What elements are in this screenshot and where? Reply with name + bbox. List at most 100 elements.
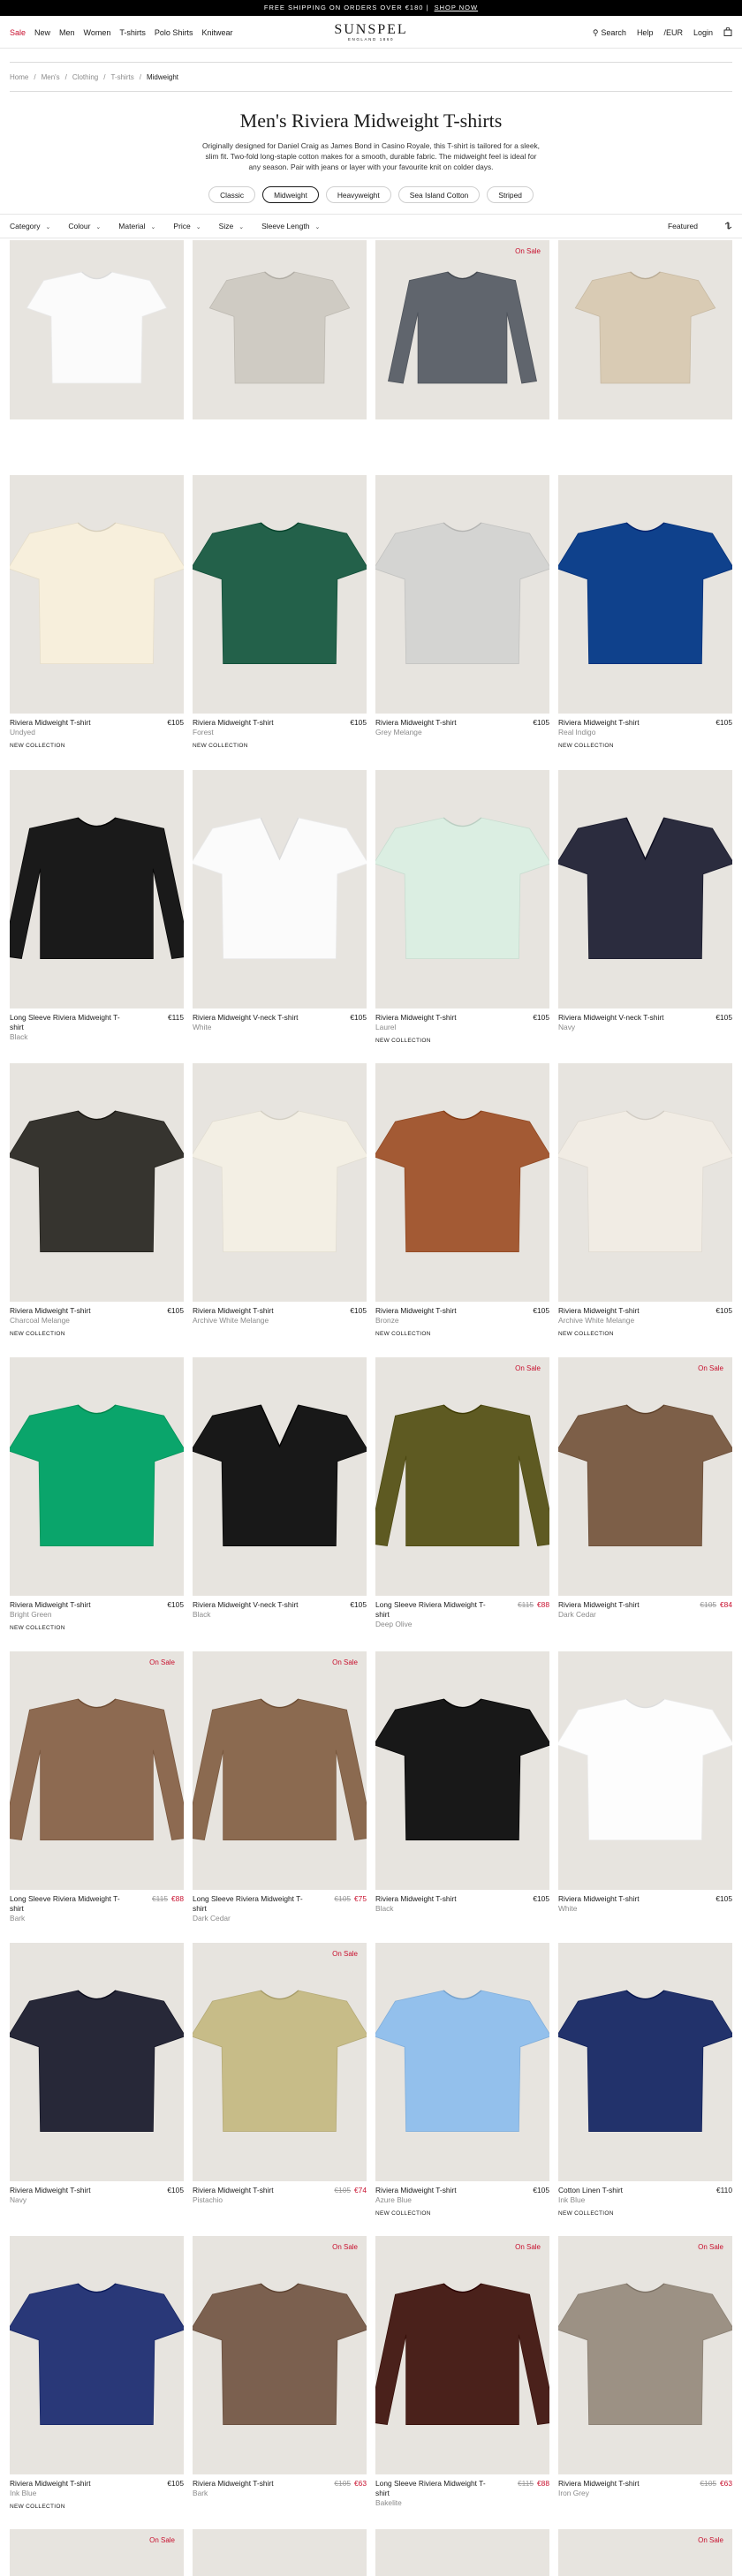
chip-midweight[interactable]: Midweight <box>262 186 319 203</box>
breadcrumb-clothing[interactable]: Clothing <box>72 73 98 81</box>
product-image[interactable] <box>193 770 367 1008</box>
product-image[interactable] <box>375 475 549 714</box>
grid-view-icon[interactable] <box>724 222 732 231</box>
product-image[interactable]: On Sale <box>558 2529 732 2576</box>
sort-dropdown[interactable]: Featured <box>668 222 698 231</box>
product-image[interactable]: On Sale <box>193 1943 367 2181</box>
product-card[interactable]: On Sale Long Sleeve Riviera Midweight T-s… <box>193 1651 367 1923</box>
product-card[interactable] <box>193 240 367 419</box>
product-image[interactable] <box>10 1357 184 1596</box>
product-image[interactable] <box>193 475 367 714</box>
product-card[interactable]: On Sale Long Sleeve Riviera Midweight T-s… <box>375 2236 549 2508</box>
product-image[interactable] <box>558 1943 732 2181</box>
chip-striped[interactable]: Striped <box>487 186 534 203</box>
nav-tshirts[interactable]: T-shirts <box>119 28 146 37</box>
breadcrumb-mens[interactable]: Men's <box>42 73 60 81</box>
product-card[interactable] <box>193 2529 367 2576</box>
product-card[interactable]: On Sale <box>10 2529 184 2576</box>
chip-heavyweight[interactable]: Heavyweight <box>325 186 391 203</box>
product-card[interactable]: Riviera Midweight T-shirt €105 Charcoal Me… <box>10 1063 184 1339</box>
product-image[interactable]: On Sale <box>375 1357 549 1596</box>
product-name[interactable]: Riviera Midweight T-shirt <box>10 718 133 728</box>
nav-men[interactable]: Men <box>59 28 75 37</box>
product-image[interactable]: On Sale <box>10 1651 184 1890</box>
product-card[interactable] <box>10 240 184 419</box>
product-name[interactable]: Riviera Midweight T-shirt <box>10 2186 133 2195</box>
product-card[interactable]: Riviera Midweight T-shirt €105 Real Indigo… <box>558 475 732 751</box>
product-name[interactable]: Riviera Midweight T-shirt <box>375 1013 499 1023</box>
product-image[interactable] <box>558 475 732 714</box>
product-name[interactable]: Cotton Linen T-shirt <box>558 2186 682 2195</box>
product-image[interactable] <box>375 1063 549 1302</box>
product-image[interactable] <box>193 1357 367 1596</box>
product-card[interactable]: Riviera Midweight V-neck T-shirt €105 Whit… <box>193 770 367 1032</box>
product-card[interactable]: On Sale Riviera Midweight T-shirt €105 €63 B… <box>193 2236 367 2498</box>
product-name[interactable]: Riviera Midweight T-shirt <box>558 1306 682 1316</box>
product-card[interactable]: On Sale Long Sleeve Riviera Midweight T-s… <box>375 1357 549 1629</box>
product-card[interactable]: Riviera Midweight T-shirt €105 White <box>558 1651 732 1914</box>
search-button[interactable]: ⚲ Search <box>593 28 626 38</box>
product-card[interactable]: Long Sleeve Riviera Midweight T-shirt €11… <box>10 770 184 1042</box>
product-image[interactable] <box>375 770 549 1008</box>
nav-knitwear[interactable]: Knitwear <box>201 28 232 37</box>
product-image[interactable] <box>193 1063 367 1302</box>
product-image[interactable] <box>558 1651 732 1890</box>
product-card[interactable]: On Sale Long Sleeve Riviera Midweight T-s… <box>10 1651 184 1923</box>
product-image[interactable]: On Sale <box>375 240 549 419</box>
product-name[interactable]: Riviera Midweight T-shirt <box>375 718 499 728</box>
product-card[interactable]: Riviera Midweight T-shirt €105 Forest NEW C… <box>193 475 367 751</box>
product-image[interactable] <box>558 1063 732 1302</box>
product-card[interactable]: Riviera Midweight T-shirt €105 Black <box>375 1651 549 1914</box>
product-name[interactable]: Long Sleeve Riviera Midweight T-shirt <box>375 2479 499 2498</box>
product-card[interactable]: On Sale Riviera Midweight T-shirt €105 €84 D… <box>558 1357 732 1620</box>
product-card[interactable]: On Sale Riviera Midweight T-shirt €105 €63 I… <box>558 2236 732 2498</box>
product-image[interactable] <box>558 770 732 1008</box>
currency-selector[interactable]: /EUR <box>663 28 683 37</box>
product-image[interactable]: On Sale <box>375 2236 549 2474</box>
product-image[interactable] <box>10 770 184 1008</box>
product-name[interactable]: Long Sleeve Riviera Midweight T-shirt <box>193 1894 316 1914</box>
product-card[interactable]: Riviera Midweight T-shirt €105 Ink Blue NEW… <box>10 2236 184 2512</box>
product-name[interactable]: Riviera Midweight T-shirt <box>193 718 316 728</box>
product-card[interactable] <box>558 240 732 419</box>
product-card[interactable]: Riviera Midweight V-neck T-shirt €105 Navy <box>558 770 732 1032</box>
product-name[interactable]: Riviera Midweight T-shirt <box>375 1306 499 1316</box>
product-name[interactable]: Riviera Midweight T-shirt <box>558 718 682 728</box>
product-card[interactable]: Riviera Midweight T-shirt €105 Undyed NEW C… <box>10 475 184 751</box>
chip-classic[interactable]: Classic <box>208 186 256 203</box>
product-name[interactable]: Riviera Midweight T-shirt <box>558 1894 682 1904</box>
nav-sale[interactable]: Sale <box>10 28 26 37</box>
product-name[interactable]: Riviera Midweight T-shirt <box>558 1600 682 1610</box>
product-name[interactable]: Riviera Midweight T-shirt <box>10 2479 133 2489</box>
filter-size[interactable]: Size ⌄ <box>219 222 244 230</box>
product-image[interactable] <box>375 2529 549 2576</box>
product-card[interactable] <box>375 2529 549 2576</box>
product-image[interactable] <box>10 1063 184 1302</box>
product-name[interactable]: Riviera Midweight T-shirt <box>193 2186 316 2195</box>
product-image[interactable]: On Sale <box>558 2236 732 2474</box>
product-image[interactable] <box>558 240 732 419</box>
product-card[interactable]: Riviera Midweight T-shirt €105 Navy <box>10 1943 184 2205</box>
product-image[interactable]: On Sale <box>10 2529 184 2576</box>
bag-icon[interactable] <box>723 26 732 38</box>
product-name[interactable]: Riviera Midweight T-shirt <box>10 1306 133 1316</box>
nav-women[interactable]: Women <box>84 28 111 37</box>
product-image[interactable] <box>10 475 184 714</box>
shop-now-link[interactable]: SHOP NOW <box>435 4 479 11</box>
product-image[interactable] <box>193 240 367 419</box>
nav-polo-shirts[interactable]: Polo Shirts <box>155 28 193 37</box>
product-image[interactable] <box>10 240 184 419</box>
product-card[interactable]: Riviera Midweight T-shirt €105 Archive Whi… <box>193 1063 367 1326</box>
filter-colour[interactable]: Colour ⌄ <box>68 222 101 230</box>
product-card[interactable]: Riviera Midweight V-neck T-shirt €105 Blac… <box>193 1357 367 1620</box>
product-name[interactable]: Riviera Midweight V-neck T-shirt <box>193 1013 316 1023</box>
filter-price[interactable]: Price ⌄ <box>173 222 201 230</box>
breadcrumb-tshirts[interactable]: T-shirts <box>111 73 134 81</box>
product-image[interactable] <box>193 2529 367 2576</box>
filter-material[interactable]: Material ⌄ <box>118 222 155 230</box>
product-card[interactable]: Riviera Midweight T-shirt €105 Bronze NEW C… <box>375 1063 549 1339</box>
nav-new[interactable]: New <box>34 28 50 37</box>
product-card[interactable]: On Sale <box>375 240 549 419</box>
product-name[interactable]: Long Sleeve Riviera Midweight T-shirt <box>10 1013 133 1032</box>
product-name[interactable]: Long Sleeve Riviera Midweight T-shirt <box>375 1600 499 1620</box>
